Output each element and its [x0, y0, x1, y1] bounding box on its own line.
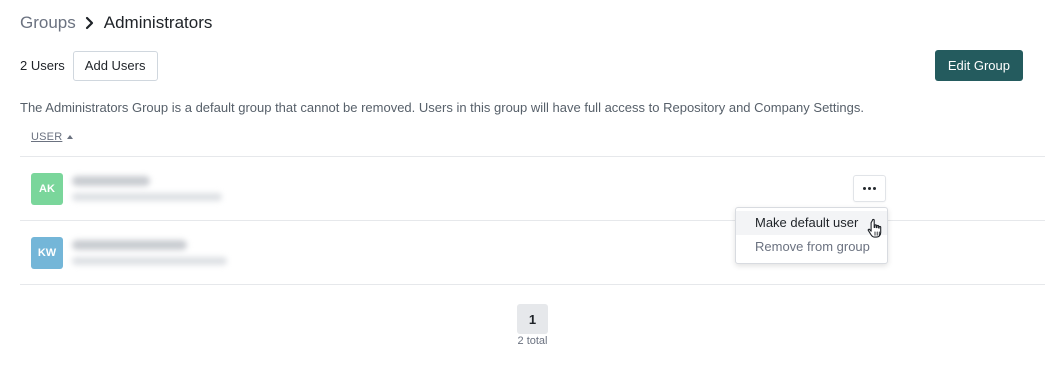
pagination-total: 2 total — [517, 335, 548, 347]
pagination-page-button[interactable]: 1 — [517, 304, 548, 334]
menu-item-remove-from-group[interactable]: Remove from group — [736, 235, 887, 259]
breadcrumb: Groups Administrators — [20, 13, 212, 33]
more-options-icon — [863, 187, 876, 190]
user-email-redacted — [72, 193, 222, 201]
sort-ascending-icon — [67, 135, 74, 139]
table-row[interactable]: KW — [20, 221, 1045, 285]
table-row[interactable]: AK — [20, 157, 1045, 221]
group-description: The Administrators Group is a default gr… — [20, 100, 864, 115]
hand-pointer-icon — [867, 218, 882, 238]
column-header-user[interactable]: USER — [31, 131, 74, 143]
breadcrumb-groups-link[interactable]: Groups — [20, 13, 76, 33]
user-name-redacted — [72, 176, 150, 186]
avatar: KW — [31, 237, 63, 269]
edit-group-button[interactable]: Edit Group — [934, 50, 1023, 81]
menu-item-make-default-user[interactable]: Make default user — [736, 211, 887, 235]
add-users-button[interactable]: Add Users — [72, 50, 158, 81]
toolbar: 2 Users Add Users Edit Group — [20, 50, 1023, 81]
user-name-redacted — [72, 240, 187, 250]
user-email-redacted — [72, 257, 227, 265]
column-header-label: USER — [31, 131, 63, 143]
row-actions-button[interactable] — [853, 175, 886, 202]
table-divider — [20, 284, 1045, 285]
user-count: 2 Users — [20, 58, 65, 73]
avatar: AK — [31, 173, 63, 205]
page-title: Administrators — [103, 13, 213, 32]
chevron-right-icon — [85, 16, 93, 30]
